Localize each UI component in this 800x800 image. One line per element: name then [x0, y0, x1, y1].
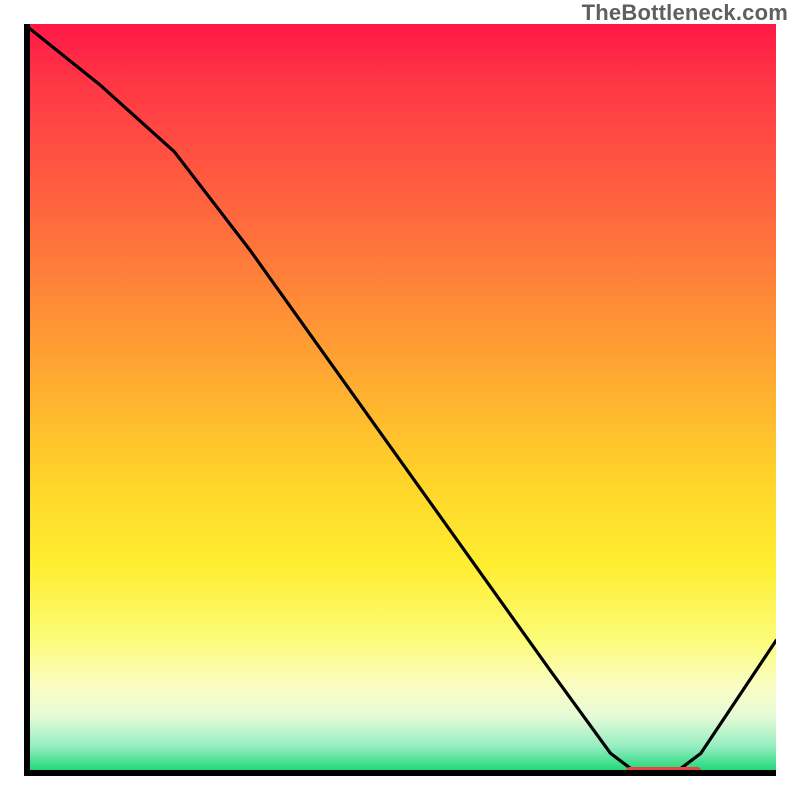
watermark-text: TheBottleneck.com [582, 0, 788, 26]
chart-container: TheBottleneck.com [0, 0, 800, 800]
plot-area [24, 24, 776, 776]
heatmap-background [24, 24, 776, 776]
optimal-range-marker [626, 767, 701, 774]
